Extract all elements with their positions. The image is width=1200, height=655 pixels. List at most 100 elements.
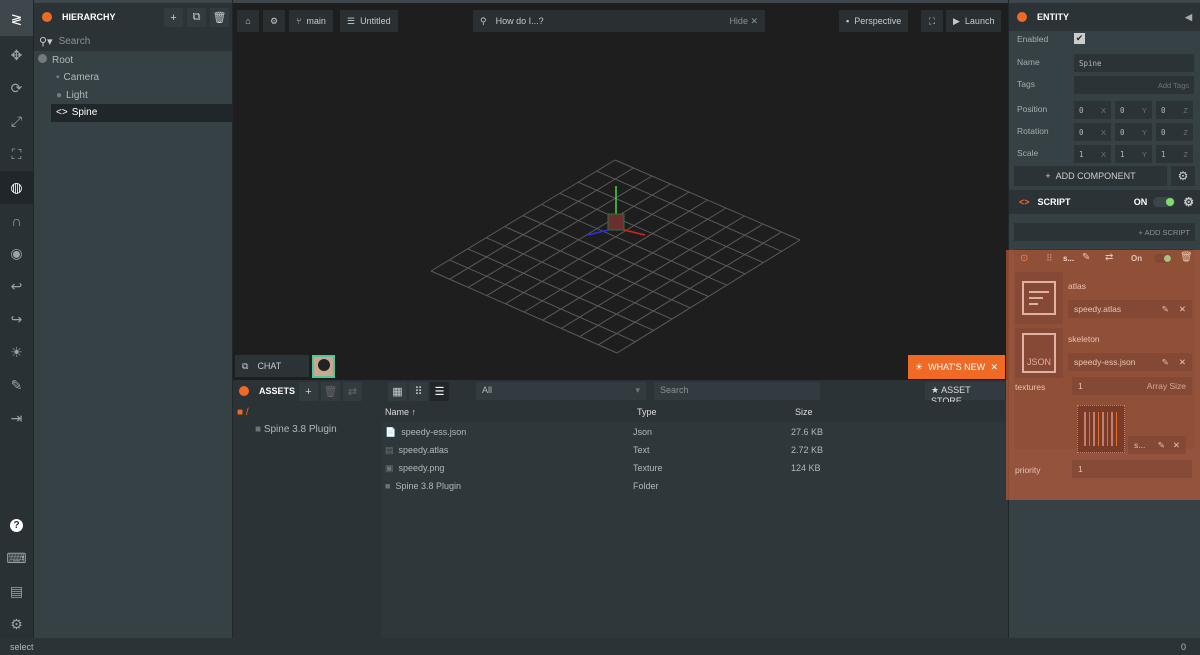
scale-x-field[interactable]: 1X [1074,145,1111,163]
column-type[interactable]: Type [633,407,791,417]
name-field[interactable]: Spine [1074,54,1194,72]
edit-icon[interactable]: ✎ [1162,357,1169,368]
texture-thumbnail[interactable] [1077,405,1125,453]
fullscreen-button[interactable]: ⛶ [921,10,943,32]
world-tool-button[interactable]: ◍ [0,171,33,204]
tree-item-camera[interactable]: ▪ Camera [56,72,99,83]
add-asset-button[interactable]: + [299,382,318,401]
chat-tool-button[interactable]: ▤ [0,575,33,608]
scale-z-field[interactable]: 1Z [1156,145,1193,163]
edit-icon[interactable]: ✎ [1158,440,1165,451]
keyboard-tool-button[interactable]: ⌨ [0,542,33,575]
rotation-y-field[interactable]: 0Y [1115,123,1152,141]
eye-tool-button[interactable]: ◉ [0,237,33,270]
add-script-button[interactable]: + ADD SCRIPT [1014,223,1195,241]
tree-item-light[interactable]: ● Light [56,90,88,101]
tags-field[interactable]: Add Tags [1074,76,1194,94]
help-tool-button[interactable]: ? [0,509,33,542]
add-entity-button[interactable]: + [164,8,183,27]
home-button[interactable]: ⌂ [237,10,259,32]
asset-filter-select[interactable]: All ▾ [476,382,646,400]
priority-field[interactable]: 1 [1072,460,1192,478]
settings-button[interactable]: ⚙ [263,10,285,32]
whats-new-button[interactable]: ☀ WHAT'S NEW ✕ [908,355,1005,379]
table-row[interactable]: ▣ speedy.png Texture 124 KB [385,463,1005,474]
position-x-field[interactable]: 0X [1074,101,1111,119]
rotation-x-field[interactable]: 0X [1074,123,1111,141]
table-row[interactable]: 📄 speedy-ess.json Json 27.6 KB [385,427,1005,438]
drag-handle-icon[interactable]: ⠿ [1046,253,1053,264]
hierarchy-search[interactable]: ⚲▾ Search [34,31,232,51]
large-grid-view-button[interactable]: ▦ [388,382,407,401]
instance-toggle[interactable] [1154,254,1172,263]
edit-icon[interactable]: ✎ [1162,304,1169,315]
tree-item-spine[interactable]: <> Spine [51,104,232,122]
scale-tool-button[interactable]: ⤢ [0,105,33,138]
add-component-button[interactable]: + ADD COMPONENT [1014,166,1167,186]
branch-button[interactable]: ⑂ main [289,10,333,32]
textures-array-size[interactable]: 1 Array Size [1072,377,1192,395]
collapse-panel-icon[interactable]: ◀ [1185,12,1192,23]
help-search-input[interactable]: How do I...? [496,16,544,26]
resize-tool-button[interactable]: ⛶ [0,138,33,171]
hide-button[interactable]: Hide ✕ [729,16,758,27]
settings-tool-button[interactable]: ⚙ [0,608,33,641]
viewport[interactable]: ⌂ ⚙ ⑂ main ☰ Untitled ⚲ How do I...? Hide ✕ … [233,0,1008,380]
edit-icon[interactable]: ✎ [1082,252,1090,263]
tree-folder-root[interactable]: ■ / [237,407,249,418]
component-settings-button[interactable]: ⚙ [1171,166,1195,186]
translate-tool-button[interactable]: ✥ [0,39,33,72]
asset-search-input[interactable]: Search [654,382,820,400]
clear-icon[interactable]: ✕ [1179,304,1186,315]
texture-field[interactable]: s... ✎ ✕ [1128,436,1186,454]
delete-entity-button[interactable]: 🗑 [210,8,229,27]
scene-button[interactable]: ☰ Untitled [340,10,398,32]
user-avatar[interactable] [312,355,335,378]
search-input[interactable]: Search [59,36,91,47]
redo-tool-button[interactable]: ↪ [0,303,33,336]
close-icon[interactable]: ✕ [990,362,998,373]
atlas-thumbnail[interactable] [1015,272,1063,324]
camera-button[interactable]: ▪ Perspective [839,10,909,32]
move-asset-button[interactable]: ⇄ [343,382,362,401]
list-view-button[interactable]: ☰ [430,382,449,401]
chat-button[interactable]: ⧉ CHAT [235,355,309,377]
rotation-z-field[interactable]: 0Z [1156,123,1193,141]
swap-icon[interactable]: ⇄ [1105,252,1113,263]
publish-tool-button[interactable]: ⇥ [0,402,33,435]
small-grid-view-button[interactable]: ⠿ [409,382,428,401]
script-toggle[interactable] [1153,197,1176,207]
delete-asset-button[interactable]: 🗑 [321,382,340,401]
atlas-field[interactable]: speedy.atlas ✎ ✕ [1068,300,1192,318]
undo-tool-button[interactable]: ↩ [0,270,33,303]
collapse-icon[interactable]: ⊙ [1020,253,1028,264]
skeleton-thumbnail[interactable]: JSON [1015,328,1063,378]
position-y-field[interactable]: 0Y [1115,101,1152,119]
table-row[interactable]: ▤ speedy.atlas Text 2.72 KB [385,445,1005,456]
table-row[interactable]: ■ Spine 3.8 Plugin Folder [385,481,1005,491]
help-search[interactable]: ⚲ How do I...? Hide ✕ [473,10,765,32]
column-name[interactable]: Name ↑ [381,407,633,417]
tree-folder-spine[interactable]: ■ Spine 3.8 Plugin [255,424,337,435]
magnet-tool-button[interactable]: ∩ [0,204,33,237]
collapse-icon[interactable] [239,386,249,396]
collapse-icon[interactable] [1017,12,1027,22]
duplicate-entity-button[interactable]: ⧉ [187,8,206,27]
edit-tool-button[interactable]: ✎ [0,369,33,402]
position-z-field[interactable]: 0Z [1156,101,1193,119]
scale-y-field[interactable]: 1Y [1115,145,1152,163]
enabled-checkbox[interactable]: ✔ [1074,33,1085,44]
skeleton-field[interactable]: speedy-ess.json ✎ ✕ [1068,353,1192,371]
collapse-icon[interactable] [42,12,52,22]
clear-icon[interactable]: ✕ [1179,357,1186,368]
clear-icon[interactable]: ✕ [1173,440,1180,451]
tree-item-root[interactable]: Root [38,54,73,66]
rotate-tool-button[interactable]: ⟳ [0,72,33,105]
launch-button[interactable]: ▶ Launch [946,10,1002,32]
delete-icon[interactable]: 🗑 [1180,252,1193,263]
asset-store-button[interactable]: ★ ASSET STORE [925,382,1005,406]
gear-icon[interactable]: ⚙ [1183,195,1194,209]
entity-gizmo-box[interactable] [607,213,625,231]
column-size[interactable]: Size [791,407,813,417]
lightbulb-tool-button[interactable]: ☀ [0,336,33,369]
